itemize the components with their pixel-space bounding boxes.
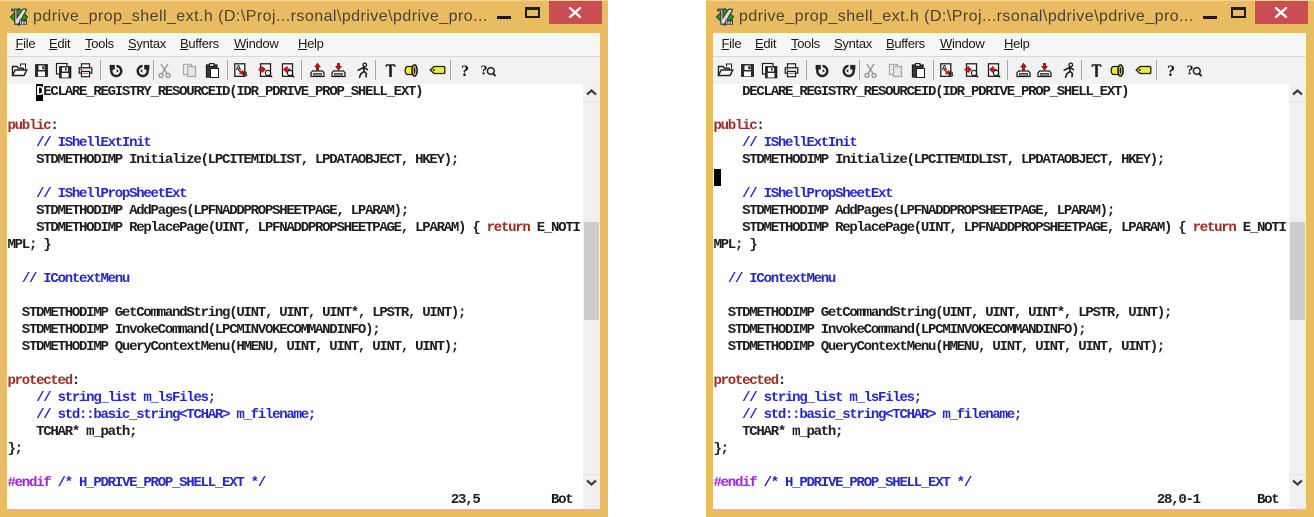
svg-text:?: ?: [1186, 64, 1193, 79]
svg-text:B: B: [948, 72, 953, 79]
svg-text:?: ?: [461, 63, 469, 79]
svg-text:?: ?: [1167, 63, 1175, 79]
svg-text:B: B: [242, 72, 247, 79]
svg-text:im: im: [20, 20, 27, 26]
svg-text:?: ?: [480, 64, 487, 79]
svg-text:im: im: [726, 20, 733, 26]
